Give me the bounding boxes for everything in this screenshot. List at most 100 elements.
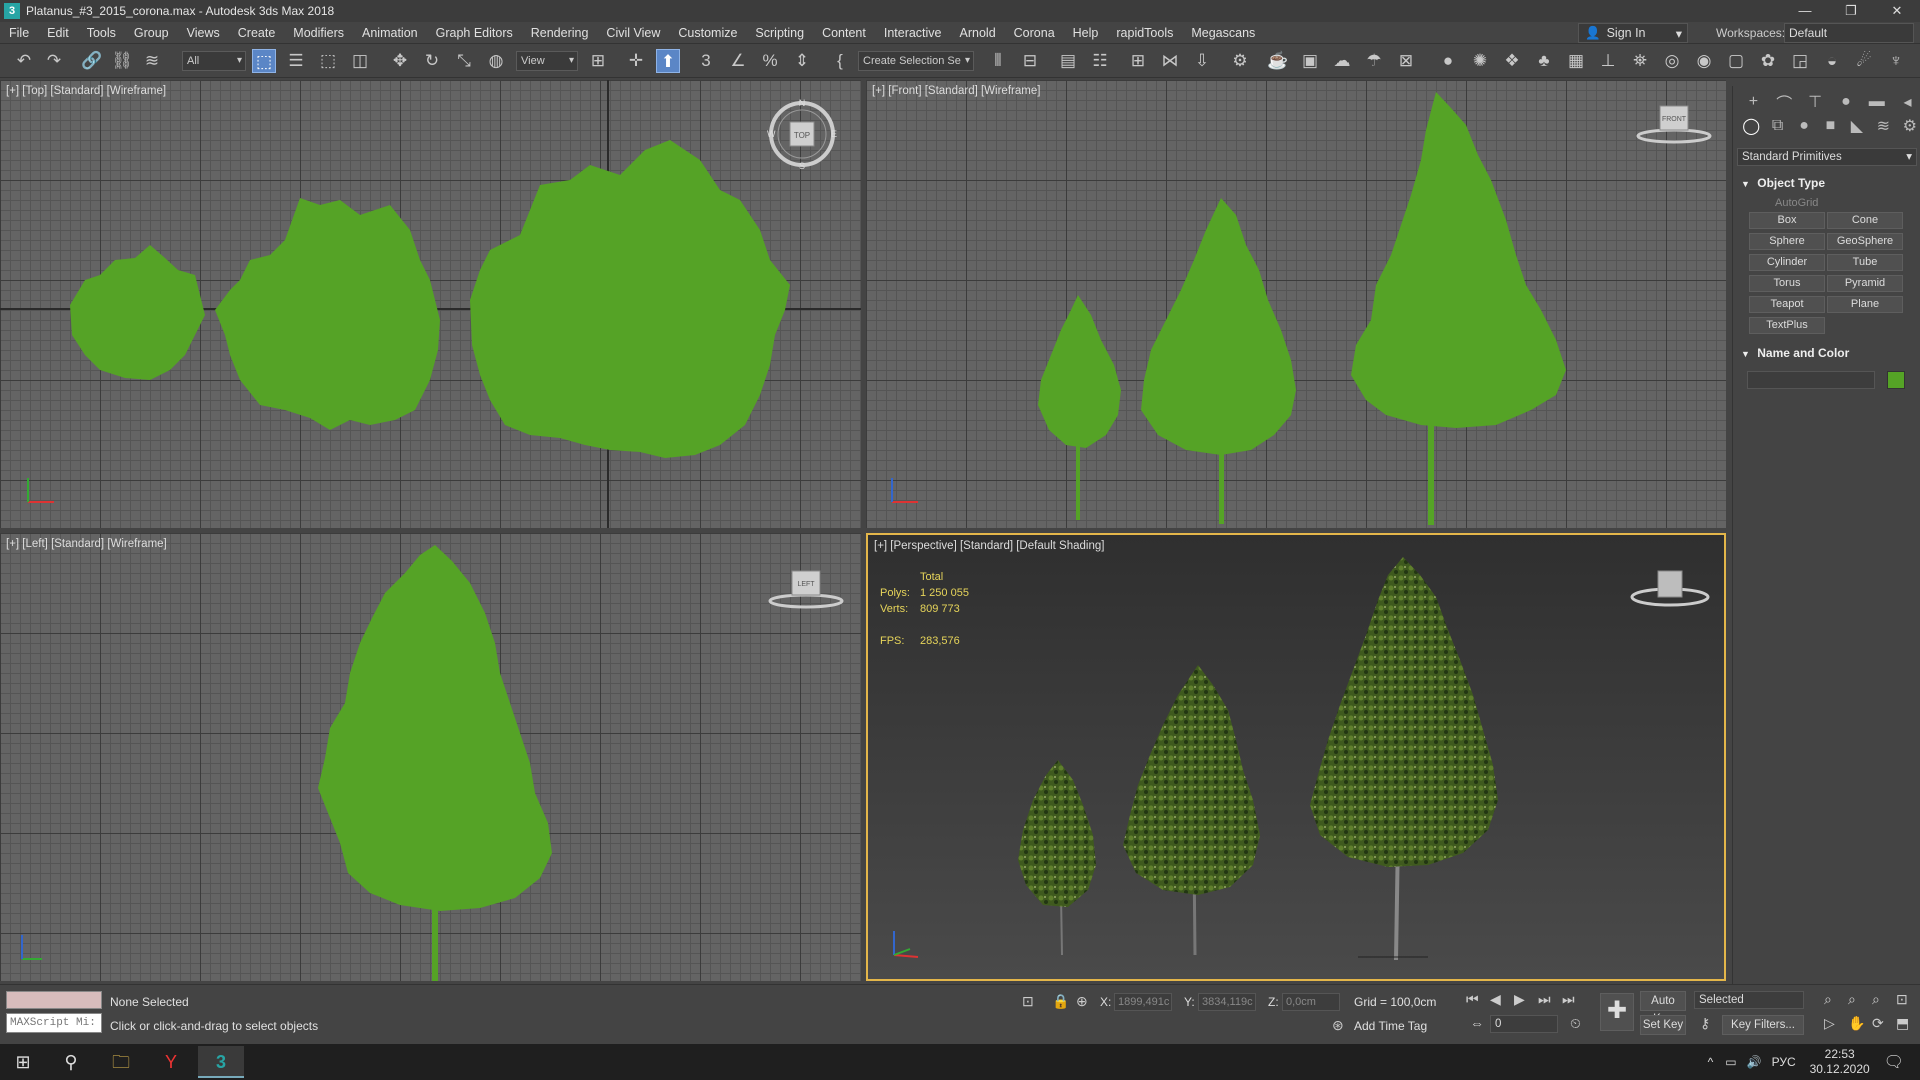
language-indicator[interactable]: РУС: [1772, 1055, 1796, 1069]
link-icon[interactable]: 🔗: [80, 49, 104, 73]
motion-tab-icon[interactable]: ●: [1833, 93, 1858, 111]
fov-icon[interactable]: ▷: [1824, 1015, 1835, 1032]
menu-civil-view[interactable]: Civil View: [597, 22, 669, 44]
material-editor-icon[interactable]: ⇩: [1190, 49, 1214, 73]
maxscript-listener-output[interactable]: [6, 991, 102, 1009]
vfb-icon[interactable]: ◉: [1692, 49, 1716, 73]
menu-rendering[interactable]: Rendering: [522, 22, 598, 44]
key-mode-dropdown[interactable]: Selected: [1694, 991, 1804, 1009]
interactive-render-icon[interactable]: ◎: [1660, 49, 1684, 73]
render-setup-icon[interactable]: ⚙: [1228, 49, 1252, 73]
volume-icon[interactable]: 🔊: [1747, 1055, 1762, 1069]
viewport-label[interactable]: [+] [Front] [Standard] [Wireframe]: [872, 85, 1040, 97]
workspace-dropdown[interactable]: Default: [1784, 23, 1914, 43]
cameras-icon[interactable]: ■: [1820, 117, 1840, 135]
restore-button[interactable]: ❐: [1828, 0, 1874, 22]
percent-snap-icon[interactable]: %: [758, 49, 782, 73]
cone-button[interactable]: Cone: [1827, 212, 1903, 229]
proxy-icon[interactable]: ❖: [1500, 49, 1524, 73]
menu-content[interactable]: Content: [813, 22, 875, 44]
spacewarps-icon[interactable]: ≋: [1873, 116, 1893, 136]
object-name-field[interactable]: [1747, 371, 1875, 389]
move-icon[interactable]: ✥: [388, 49, 412, 73]
viewcube-compass[interactable]: TOP N S W E: [766, 98, 838, 170]
sun-icon[interactable]: ✺: [1468, 49, 1492, 73]
box-button[interactable]: Box: [1749, 212, 1825, 229]
menu-corona[interactable]: Corona: [1005, 22, 1064, 44]
zoom-extents-all-icon[interactable]: ⊡: [1896, 991, 1908, 1008]
cylinder-button[interactable]: Cylinder: [1749, 254, 1825, 271]
utilities-tab-icon[interactable]: ◂: [1895, 92, 1920, 112]
pan-icon[interactable]: ✋: [1848, 1015, 1865, 1032]
chevron-up-icon[interactable]: ^: [1708, 1055, 1714, 1069]
selection-lock-icon[interactable]: 🔒: [1052, 993, 1069, 1010]
rollout-object-type[interactable]: ▼ Object Type: [1737, 176, 1917, 190]
curve-editor-icon[interactable]: ⊞: [1126, 49, 1150, 73]
go-to-start-icon[interactable]: ⏮: [1466, 991, 1479, 1008]
z-coordinate-field[interactable]: 0,0cm: [1282, 993, 1340, 1011]
menu-file[interactable]: File: [0, 22, 38, 44]
set-key-mode-icon[interactable]: ✚: [1600, 993, 1634, 1031]
geosphere-button[interactable]: GeoSphere: [1827, 233, 1903, 250]
tools-icon[interactable]: ✿: [1756, 49, 1780, 73]
go-to-end-icon[interactable]: ⏭: [1562, 991, 1575, 1008]
select-manipulate-icon[interactable]: ✛: [624, 49, 648, 73]
orbit-icon[interactable]: ⟳: [1872, 1015, 1884, 1032]
lights-icon[interactable]: ●: [1794, 117, 1814, 135]
absolute-mode-icon[interactable]: ⊕: [1076, 993, 1088, 1010]
time-config-icon[interactable]: ⏲: [1570, 1015, 1581, 1032]
spinner-snap-icon[interactable]: ⇕: [790, 49, 814, 73]
ribbon-icon[interactable]: ☷: [1088, 49, 1112, 73]
align-icon[interactable]: ⊟: [1018, 49, 1042, 73]
viewcube[interactable]: LEFT: [768, 565, 844, 615]
close-button[interactable]: ✕: [1874, 0, 1920, 22]
display-tab-icon[interactable]: ▬: [1864, 93, 1889, 111]
zoom-icon[interactable]: ⌕: [1824, 991, 1832, 1008]
keyboard-shortcut-override-icon[interactable]: ⬆: [656, 49, 680, 73]
y-coordinate-field[interactable]: 3834,119c: [1198, 993, 1256, 1011]
file-explorer-icon[interactable]: 🗀: [98, 1046, 144, 1078]
render-iterative-icon[interactable]: ☁: [1330, 49, 1354, 73]
placement-icon[interactable]: ◍: [484, 49, 508, 73]
menu-megascans[interactable]: Megascans: [1182, 22, 1264, 44]
sphere-button[interactable]: Sphere: [1749, 233, 1825, 250]
previous-frame-icon[interactable]: ◀: [1490, 991, 1501, 1008]
menu-customize[interactable]: Customize: [669, 22, 746, 44]
autogrid-checkbox[interactable]: AutoGrid: [1775, 197, 1818, 209]
scatter-icon[interactable]: ♣: [1532, 49, 1556, 73]
maximize-viewport-icon[interactable]: ⬒: [1896, 1015, 1909, 1032]
menu-edit[interactable]: Edit: [38, 22, 78, 44]
viewport-icon[interactable]: ▢: [1724, 49, 1748, 73]
viewport-label[interactable]: [+] [Top] [Standard] [Wireframe]: [6, 85, 166, 97]
scale-icon[interactable]: ⤡: [452, 49, 476, 73]
menu-modifiers[interactable]: Modifiers: [284, 22, 353, 44]
snaps-toggle-icon[interactable]: 3: [694, 49, 718, 73]
key-filters-button[interactable]: Key Filters...: [1722, 1015, 1804, 1035]
shapes-icon[interactable]: ⧉: [1767, 117, 1787, 135]
zoom-all-icon[interactable]: ⌕: [1848, 991, 1856, 1008]
menu-group[interactable]: Group: [125, 22, 178, 44]
search-icon[interactable]: ⚲: [48, 1046, 94, 1078]
menu-create[interactable]: Create: [229, 22, 285, 44]
undo-icon[interactable]: ↶: [12, 49, 36, 73]
sign-in-dropdown[interactable]: 👤 Sign In ▾: [1578, 23, 1688, 43]
redo-icon[interactable]: ↷: [42, 49, 66, 73]
3dsmax-taskbar-icon[interactable]: 3: [198, 1046, 244, 1078]
select-object-icon[interactable]: ⬚: [252, 49, 276, 73]
next-frame-icon[interactable]: ⏭: [1538, 991, 1551, 1008]
pivot-center-icon[interactable]: ⊞: [586, 49, 610, 73]
plane-button[interactable]: Plane: [1827, 296, 1903, 313]
network-icon[interactable]: ▭: [1725, 1055, 1736, 1069]
selection-filter-dropdown[interactable]: All: [182, 51, 246, 71]
viewport-top[interactable]: [+] [Top] [Standard] [Wireframe] TOP N S…: [0, 80, 861, 528]
rendered-frame-icon[interactable]: ☕: [1266, 49, 1290, 73]
geometry-icon[interactable]: ◯: [1741, 116, 1761, 136]
object-color-swatch[interactable]: [1887, 371, 1905, 389]
play-icon[interactable]: ▶: [1514, 991, 1525, 1008]
angle-snap-icon[interactable]: ∠: [726, 49, 750, 73]
mirror-icon[interactable]: ⫴: [986, 49, 1010, 73]
textplus-button[interactable]: TextPlus: [1749, 317, 1825, 334]
menu-animation[interactable]: Animation: [353, 22, 427, 44]
menu-graph-editors[interactable]: Graph Editors: [427, 22, 522, 44]
isolate-selection-icon[interactable]: ⊡: [1022, 993, 1034, 1010]
